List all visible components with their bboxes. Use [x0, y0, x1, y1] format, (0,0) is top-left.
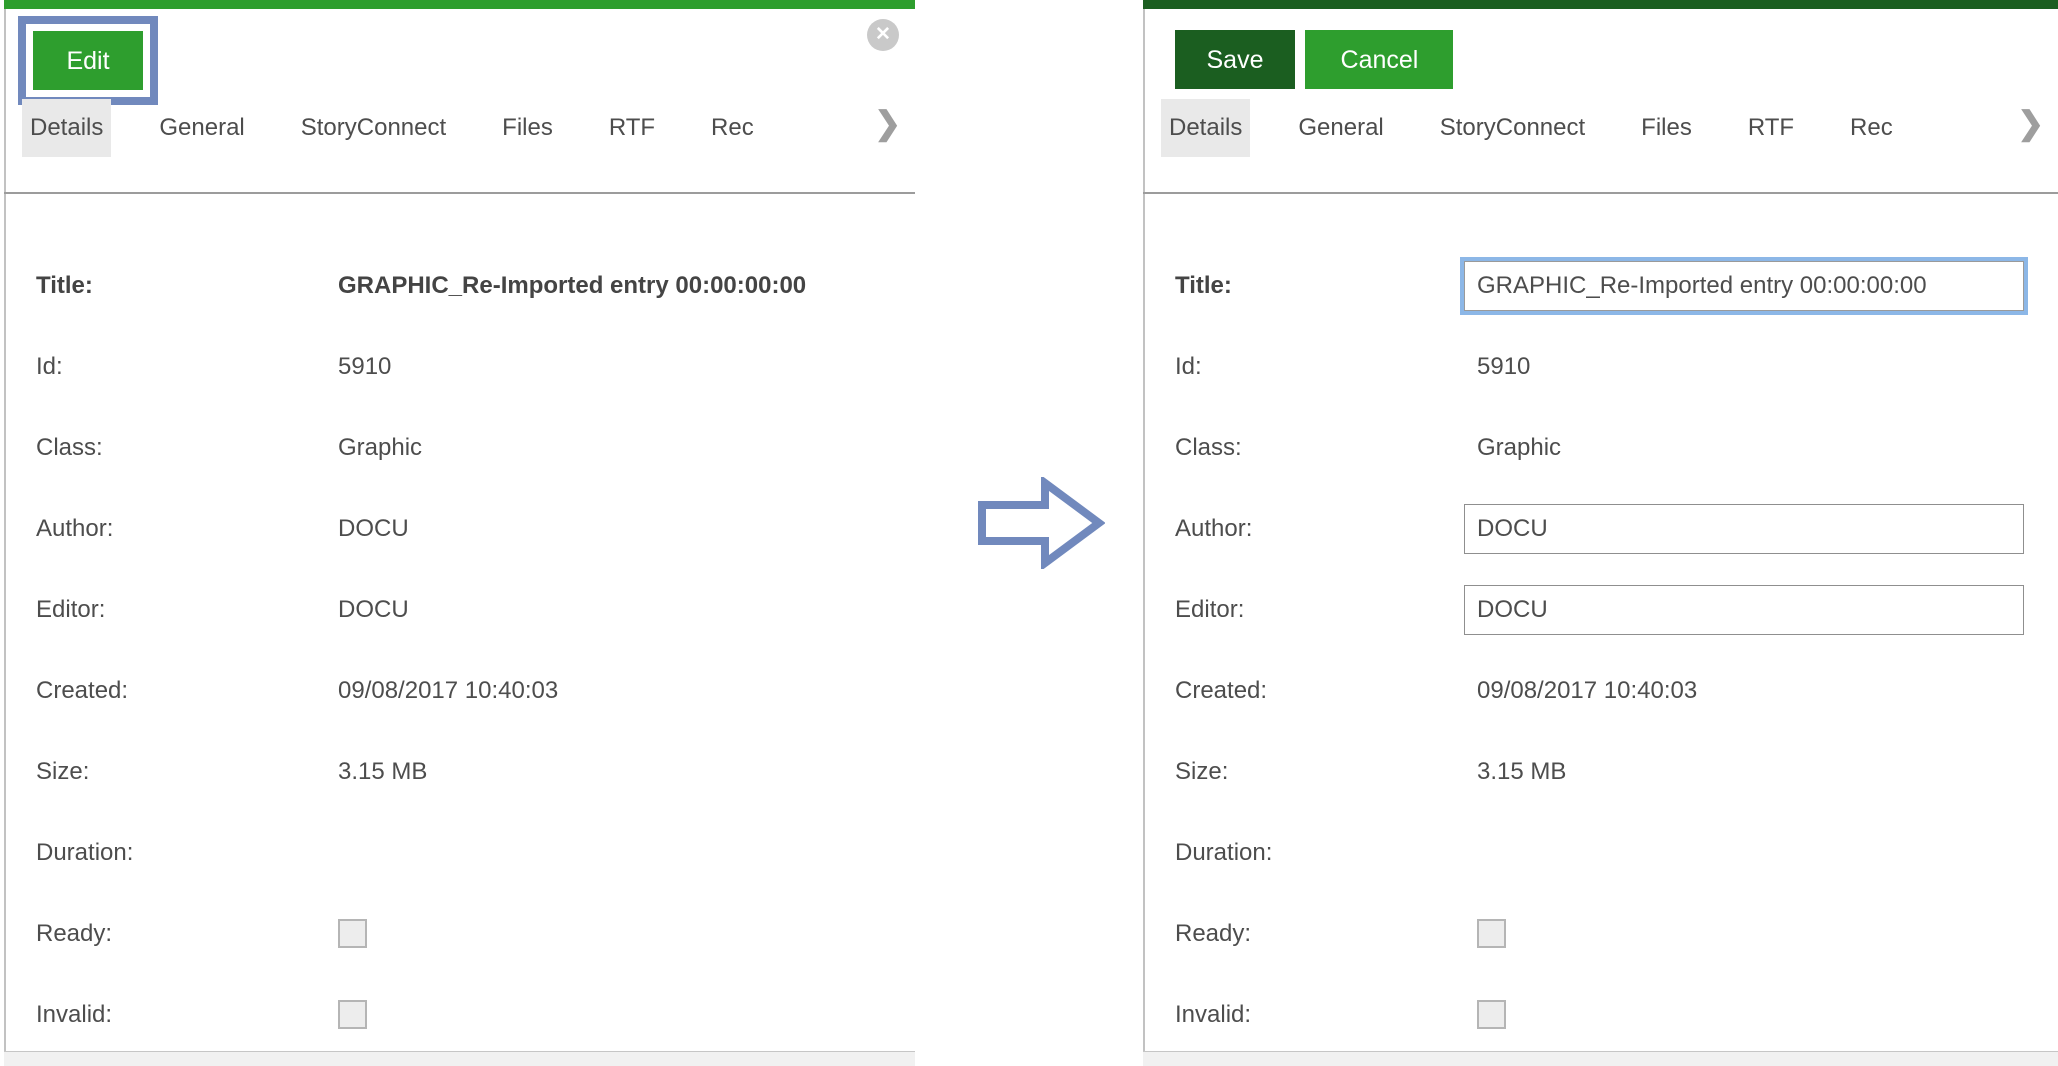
tab-details[interactable]: Details [22, 99, 111, 157]
created-label: Created: [1175, 677, 1477, 705]
save-button[interactable]: Save [1175, 30, 1295, 89]
transition-right-arrow-icon [977, 477, 1105, 569]
field-row-invalid: Invalid: [36, 974, 895, 1055]
field-row-id: Id:5910 [1175, 326, 2038, 407]
editor-label: Editor: [1175, 596, 1477, 624]
title-label: Title: [36, 272, 338, 300]
field-row-duration: Duration: [36, 812, 895, 893]
field-row-author: Author:DOCU [36, 488, 895, 569]
title-value: GRAPHIC_Re-Imported entry 00:00:00:00 [338, 272, 806, 300]
field-row-ready: Ready: [36, 893, 895, 974]
duration-label: Duration: [1175, 839, 1477, 867]
field-row-size: Size:3.15 MB [1175, 731, 2038, 812]
panel-footer [1143, 1051, 2058, 1066]
class-label: Class: [1175, 434, 1477, 462]
tab-details[interactable]: Details [1161, 99, 1250, 157]
editor-label: Editor: [36, 596, 338, 624]
size-label: Size: [1175, 758, 1477, 786]
field-row-invalid: Invalid: [1175, 974, 2038, 1055]
panel-accent-bar [4, 0, 915, 9]
ready-label: Ready: [36, 920, 338, 948]
screenshot-root: Edit ✕ Details General StoryConnect Files RT… [0, 0, 2058, 1066]
editor-input[interactable] [1464, 585, 2024, 635]
id-value: 5910 [338, 353, 391, 381]
field-row-class: Class:Graphic [36, 407, 895, 488]
tab-storyconnect[interactable]: StoryConnect [1432, 99, 1593, 157]
author-value: DOCU [338, 515, 409, 543]
editor-value: DOCU [338, 596, 409, 624]
id-label: Id: [1175, 353, 1477, 381]
field-row-title: Title:GRAPHIC_Re-Imported entry 00:00:00… [36, 245, 895, 326]
tab-rtf[interactable]: RTF [601, 99, 663, 157]
id-label: Id: [36, 353, 338, 381]
author-label: Author: [36, 515, 338, 543]
created-label: Created: [36, 677, 338, 705]
panel-footer [4, 1051, 915, 1066]
edit-actions: Save Cancel [1175, 30, 1453, 89]
class-value: Graphic [338, 434, 422, 462]
tab-rtf[interactable]: RTF [1740, 99, 1802, 157]
tab-rec[interactable]: Rec [703, 99, 762, 157]
class-label: Class: [36, 434, 338, 462]
field-row-title: Title: [1175, 245, 2038, 326]
ready-checkbox [338, 919, 367, 948]
invalid-label: Invalid: [1175, 1001, 1477, 1029]
edit-button-highlight-annotation: Edit [18, 16, 158, 105]
details-panel-edit-mode: Save Cancel Details General StoryConnect Fi… [1143, 0, 2058, 1066]
size-label: Size: [36, 758, 338, 786]
author-label: Author: [1175, 515, 1477, 543]
id-value: 5910 [1477, 353, 1530, 381]
tab-general[interactable]: General [151, 99, 252, 157]
tab-separator [4, 192, 915, 194]
ready-label: Ready: [1175, 920, 1477, 948]
title-label: Title: [1175, 272, 1477, 300]
field-row-created: Created:09/08/2017 10:40:03 [1175, 650, 2038, 731]
ready-checkbox[interactable] [1477, 919, 1506, 948]
tab-overflow-chevron-icon[interactable]: ❯ [2017, 104, 2044, 142]
tab-bar: Details General StoryConnect Files RTF Rec [22, 99, 762, 157]
field-row-duration: Duration: [1175, 812, 2038, 893]
field-row-created: Created:09/08/2017 10:40:03 [36, 650, 895, 731]
title-input[interactable] [1464, 261, 2024, 311]
duration-label: Duration: [36, 839, 338, 867]
author-input[interactable] [1464, 504, 2024, 554]
cancel-button[interactable]: Cancel [1305, 30, 1453, 89]
tab-rec[interactable]: Rec [1842, 99, 1901, 157]
panel-accent-bar [1143, 0, 2058, 9]
size-value: 3.15 MB [1477, 758, 1566, 786]
tab-general[interactable]: General [1290, 99, 1391, 157]
invalid-label: Invalid: [36, 1001, 338, 1029]
invalid-checkbox [338, 1000, 367, 1029]
invalid-checkbox[interactable] [1477, 1000, 1506, 1029]
field-row-editor: Editor:DOCU [36, 569, 895, 650]
close-icon[interactable]: ✕ [867, 19, 899, 51]
tab-bar: Details General StoryConnect Files RTF Rec [1161, 99, 1901, 157]
tab-separator [1143, 192, 2058, 194]
created-value: 09/08/2017 10:40:03 [338, 677, 558, 705]
field-row-author: Author: [1175, 488, 2038, 569]
tab-storyconnect[interactable]: StoryConnect [293, 99, 454, 157]
class-value: Graphic [1477, 434, 1561, 462]
tab-files[interactable]: Files [494, 99, 561, 157]
details-panel-view-mode: Edit ✕ Details General StoryConnect Files RT… [4, 0, 915, 1066]
field-row-size: Size:3.15 MB [36, 731, 895, 812]
created-value: 09/08/2017 10:40:03 [1477, 677, 1697, 705]
field-row-ready: Ready: [1175, 893, 2038, 974]
edit-button[interactable]: Edit [33, 31, 143, 90]
field-row-editor: Editor: [1175, 569, 2038, 650]
tab-overflow-chevron-icon[interactable]: ❯ [874, 104, 901, 142]
field-row-id: Id:5910 [36, 326, 895, 407]
tab-files[interactable]: Files [1633, 99, 1700, 157]
size-value: 3.15 MB [338, 758, 427, 786]
field-row-class: Class:Graphic [1175, 407, 2038, 488]
